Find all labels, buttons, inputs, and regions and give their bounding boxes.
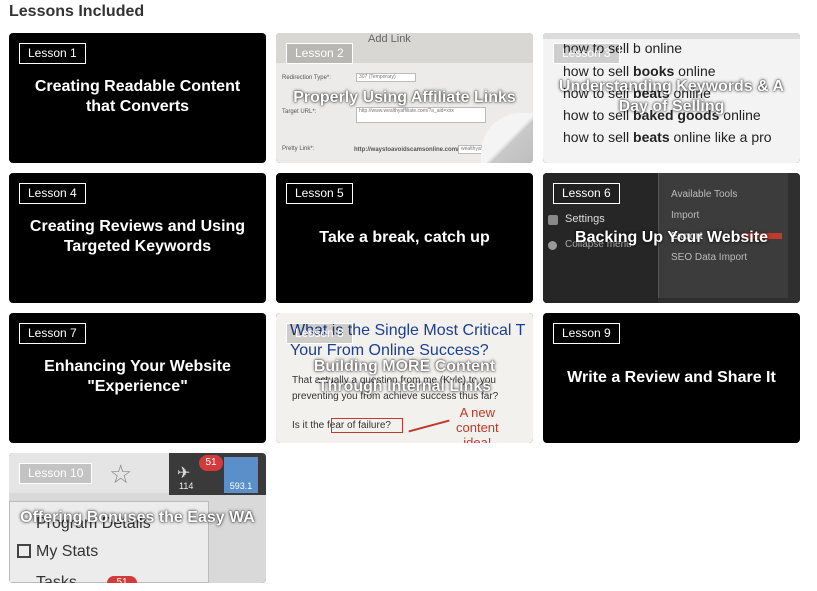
lesson-title: Properly Using Affiliate Links [293,89,516,106]
lesson-title: Take a break, catch up [319,229,490,246]
lesson-title: Offering Bonuses the Easy WA [20,509,255,526]
lesson-card-8[interactable]: What is the Single Most Critical T Your … [276,313,533,443]
lesson-badge: Lesson 6 [553,183,620,204]
lesson-card-5[interactable]: Lesson 5 Take a break, catch up [276,173,533,303]
lesson-card-7[interactable]: Lesson 7 Enhancing Your Website "Experie… [9,313,266,443]
lesson-title: Enhancing Your Website "Experience" [44,358,231,395]
lesson-title: Write a Review and Share It [567,369,776,386]
lesson-badge: Lesson 2 [286,43,353,64]
settings-label: Settings [565,213,605,225]
tasks-count-badge: 51 [107,576,137,583]
settings-icon [548,215,558,225]
redirection-select: 307 (Temporary) [356,73,416,82]
menu-item-my-stats: My Stats [36,543,99,560]
lesson-badge: Lesson 7 [19,323,86,344]
lesson-card-3[interactable]: how to sell b online how to sell books o… [543,33,800,163]
target-url-field: http://www.wealthyaffiliate.com/?a_aid=x… [356,107,486,123]
lesson-badge: Lesson 5 [286,183,353,204]
lesson-title: Creating Reviews and Using Targeted Keyw… [29,218,246,255]
lesson-title: Understanding Keywords & A Day of Sellin… [558,78,785,115]
lesson-title: Creating Readable Content that Converts [34,78,241,115]
lesson-badge: Lesson 8 [286,323,353,344]
lesson-card-9[interactable]: Lesson 9 Write a Review and Share It [543,313,800,443]
lesson-badge: Lesson 9 [553,323,620,344]
suggestion-line: how to sell beats online like a pro [563,129,772,145]
lesson-card-10[interactable]: ☆ ✈ 51 114 593.1 Program Details My Stat… [9,453,266,583]
pretty-link-value: http://waystoavoidscamsonline.com/ [354,147,459,153]
lesson-title: Building MORE Content Through Internal L… [313,358,496,395]
lesson-card-2[interactable]: Add Link Redirection Type*: 307 (Tempora… [276,33,533,163]
users-icon: 593.1 [224,457,258,493]
star-icon: ☆ [109,459,133,489]
add-link-heading: Add Link [368,33,411,45]
notification-badge: 51 [199,455,223,471]
lesson-badge: Lesson 3 [553,43,620,64]
red-arrow-icon [408,419,450,433]
menu-item-tasks: Tasks [36,574,77,583]
plane-icon: ✈ [177,465,191,482]
lesson-badge: Lesson 4 [19,183,86,204]
count-label: 114 [179,481,194,491]
stats-icon [17,544,31,558]
lesson-card-6[interactable]: Settings Collapse menu Available Tools I… [543,173,800,303]
target-url-label: Target URL*: [282,109,317,115]
lesson-card-4[interactable]: Lesson 4 Creating Reviews and Using Targ… [9,173,266,303]
annotation-text: A new content idea! [456,405,499,443]
page-curl [481,113,533,163]
lesson-card-1[interactable]: Lesson 1 Creating Readable Content that … [9,33,266,163]
menu-import: Import [671,210,700,221]
search-bar-edge [543,33,800,39]
menu-seo-import: SEO Data Import [671,252,748,263]
menu-available-tools: Available Tools [671,189,738,200]
section-title: Lessons Included [9,3,145,20]
redirection-label: Redirection Type*: [282,75,331,81]
pretty-link-label: Pretty Link*: [282,146,315,152]
lesson-badge: Lesson 10 [19,463,93,484]
lesson-badge: Lesson 1 [19,43,86,64]
lesson-title: Backing Up Your Website [575,229,768,246]
highlight-box [331,418,403,433]
